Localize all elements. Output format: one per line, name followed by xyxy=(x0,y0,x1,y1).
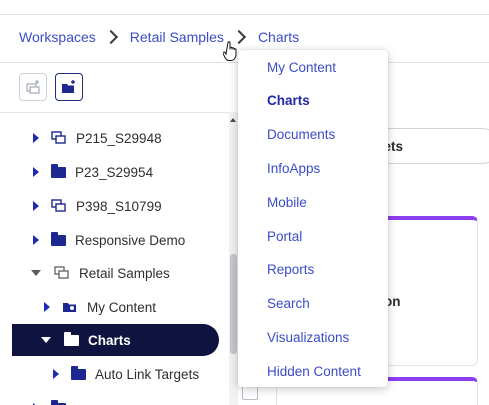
breadcrumb-retail-samples[interactable]: Retail Samples xyxy=(130,29,224,45)
folder-icon xyxy=(51,163,66,178)
app-frame: Workspaces Retail Samples Charts P215_S2… xyxy=(0,0,489,405)
breadcrumb-charts[interactable]: Charts xyxy=(258,29,299,45)
breadcrumb-separator-icon xyxy=(103,29,118,45)
top-bar xyxy=(0,0,489,15)
new-folder-icon xyxy=(62,80,75,93)
menu-item-my-content[interactable]: My Content xyxy=(267,60,336,75)
menu-item-infoapps[interactable]: InfoApps xyxy=(267,161,320,176)
tree-item-auto-link-targets[interactable]: Auto Link Targets xyxy=(53,358,199,390)
menu-item-portal[interactable]: Portal xyxy=(267,229,302,244)
tree-item-my-content[interactable]: My Content xyxy=(44,291,156,323)
expand-icon[interactable] xyxy=(33,235,39,245)
tree-item-charts[interactable]: Charts xyxy=(12,324,219,356)
collapse-icon[interactable] xyxy=(31,270,41,276)
workspace-icon xyxy=(54,266,70,280)
folder-icon xyxy=(51,231,66,246)
expand-icon[interactable] xyxy=(44,302,50,312)
scrollbar-thumb[interactable] xyxy=(230,254,237,354)
new-workspace-icon xyxy=(26,80,40,94)
breadcrumb: Workspaces Retail Samples Charts xyxy=(19,26,299,48)
menu-item-mobile[interactable]: Mobile xyxy=(267,195,307,210)
tree-item-label: P23_S29954 xyxy=(75,164,154,180)
new-folder-button[interactable] xyxy=(55,73,83,101)
tree-item-label: P215_S29948 xyxy=(76,130,162,146)
menu-item-reports[interactable]: Reports xyxy=(267,262,314,277)
folder-icon xyxy=(71,365,86,380)
tree-item-label: Responsive Demo xyxy=(75,232,186,248)
expand-icon[interactable] xyxy=(53,369,59,379)
new-workspace-button[interactable] xyxy=(19,73,47,101)
workspace-icon xyxy=(51,131,67,145)
tree-item-p215[interactable]: P215_S29948 xyxy=(33,122,162,154)
expand-icon[interactable] xyxy=(33,201,39,211)
tree-item-label: Auto Link Targets xyxy=(95,366,200,382)
menu-item-visualizations[interactable]: Visualizations xyxy=(267,330,349,345)
tree-item-p398[interactable]: P398_S10799 xyxy=(33,190,162,222)
menu-item-documents[interactable]: Documents xyxy=(267,127,335,142)
personal-folder-icon xyxy=(62,300,78,314)
menu-item-hidden-content[interactable]: Hidden Content xyxy=(267,364,361,379)
breadcrumb-workspaces[interactable]: Workspaces xyxy=(19,29,96,45)
expand-icon[interactable] xyxy=(33,133,39,143)
tree-toolbar xyxy=(19,73,83,101)
breadcrumb-dropdown-menu: My Content Charts Documents InfoApps Mob… xyxy=(238,50,388,387)
collapse-icon[interactable] xyxy=(41,337,51,343)
folder-icon xyxy=(64,331,79,346)
tree-item-partial[interactable] xyxy=(33,392,75,405)
menu-item-search[interactable]: Search xyxy=(267,296,310,311)
tree-item-label: P398_S10799 xyxy=(76,198,162,214)
expand-icon[interactable] xyxy=(33,167,39,177)
menu-item-charts[interactable]: Charts xyxy=(267,93,310,108)
tree-item-responsive-demo[interactable]: Responsive Demo xyxy=(33,224,185,256)
tree-item-p23[interactable]: P23_S29954 xyxy=(33,156,153,188)
workspace-icon xyxy=(51,199,67,213)
tree-divider xyxy=(0,112,238,113)
scroll-up-icon[interactable] xyxy=(230,118,236,122)
tree-item-label: Charts xyxy=(88,332,131,348)
tree-item-retail-samples[interactable]: Retail Samples xyxy=(31,257,170,289)
hand-cursor-icon xyxy=(223,41,237,61)
tree-item-label: Retail Samples xyxy=(79,265,170,281)
tree-item-label: My Content xyxy=(87,299,157,315)
